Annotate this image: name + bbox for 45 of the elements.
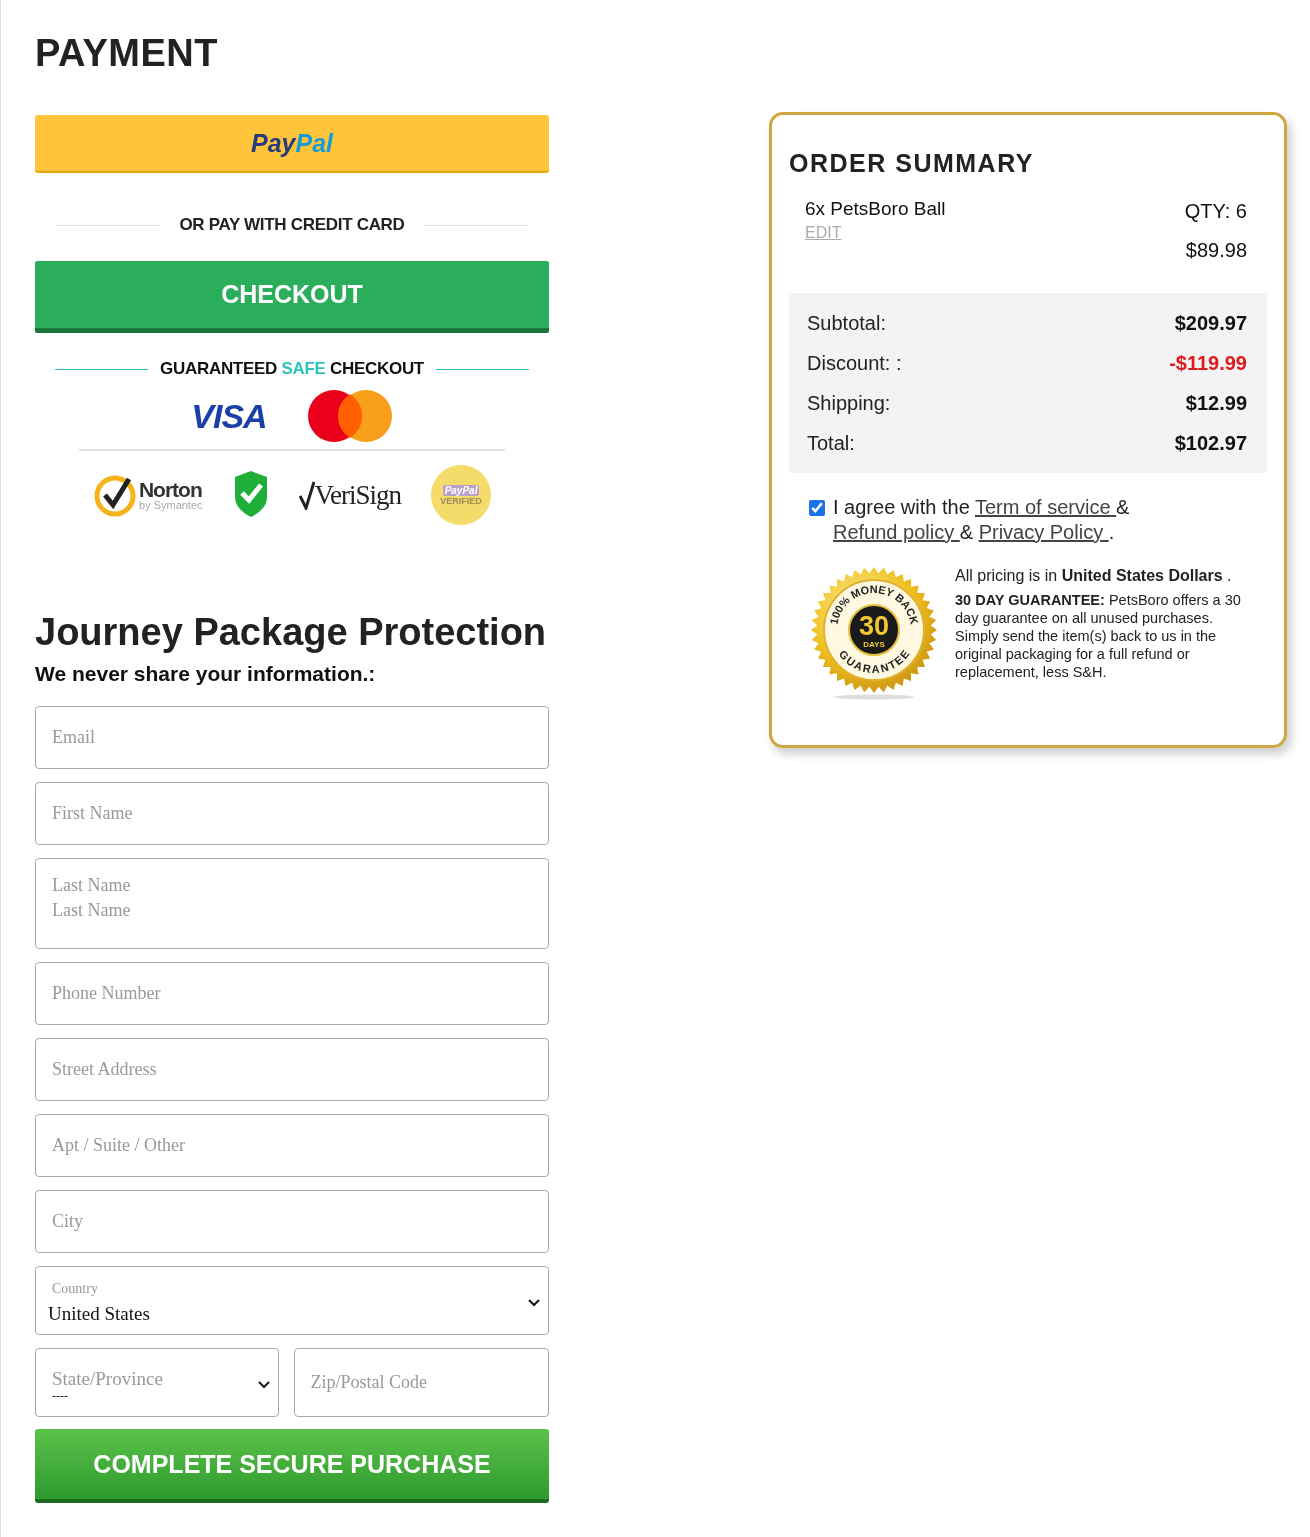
card-title: ORDER SUMMARY [789,149,1035,178]
divider-label: OR PAY WITH CREDIT CARD [179,215,405,235]
total-value: -$119.99 [1169,351,1247,375]
total-label: Shipping: [807,391,891,415]
badge-subtitle: by Symantec [138,500,203,511]
terms-link[interactable]: Term of service [974,496,1117,518]
field-label: Last Name [52,875,132,896]
text-field[interactable]: City [35,1190,549,1253]
text-field[interactable]: Zip/Postal Code [293,1348,549,1417]
card-logo: VISA [191,396,267,436]
guarantee-heading: GUARANTEED SAFE CHECKOUT [160,359,424,379]
total-value: $12.99 [1185,391,1247,415]
dropdown[interactable]: Country United States [35,1266,549,1335]
agreement-text: I agree with the Term of service & Refund policy & Privacy Policy . [833,495,1131,545]
refund-link[interactable]: Refund policy [833,521,960,543]
text-field[interactable]: Street Address [35,1038,549,1101]
total-label: Subtotal: [807,311,886,335]
check-circle-icon [92,473,137,517]
total-label: Total: [807,431,855,455]
item-name: 6x PetsBoro Ball [805,198,946,220]
text-field[interactable]: First Name [35,782,549,845]
verified-seal: PayPal VERIFIED [431,465,492,525]
section-subtitle: We never share your information.: [35,662,377,686]
text-field[interactable]: Phone Number [35,962,549,1025]
dropdown[interactable]: State/Province ---- [35,1348,279,1417]
badge-name: Norton [138,479,203,500]
privacy-link[interactable]: Privacy Policy [978,521,1109,543]
section-title: Journey Package Protection [35,611,548,654]
guarantee-text: 30 DAY GUARANTEE: PetsBoro offers a 30 day guarantee on all unused purchases. Simply send the item(s) back to us in the original packaging for a full refund or replacement, less S&H. [955,591,1242,681]
total-label: Discount: : [807,351,902,375]
total-value: $102.97 [1174,431,1247,455]
two-circles-icon [306,389,393,443]
check-icon [298,480,315,510]
paypal-button[interactable]: PayPal [35,115,549,171]
chevron-icon [528,1298,540,1307]
item-price: $89.98 [1185,239,1247,262]
text-field[interactable]: Email [35,706,549,769]
text-field[interactable]: Apt / Suite / Other [35,1114,549,1177]
total-value: $209.97 [1174,311,1247,335]
agree-checkbox[interactable] [809,500,825,516]
pricing-note: All pricing is in United States Dollars . [955,567,1233,585]
page-title: PAYMENT [35,32,219,75]
badge-name: VeriSign [314,479,402,511]
item-quantity: QTY: 6 [1184,200,1247,223]
chevron-icon [257,1380,270,1389]
